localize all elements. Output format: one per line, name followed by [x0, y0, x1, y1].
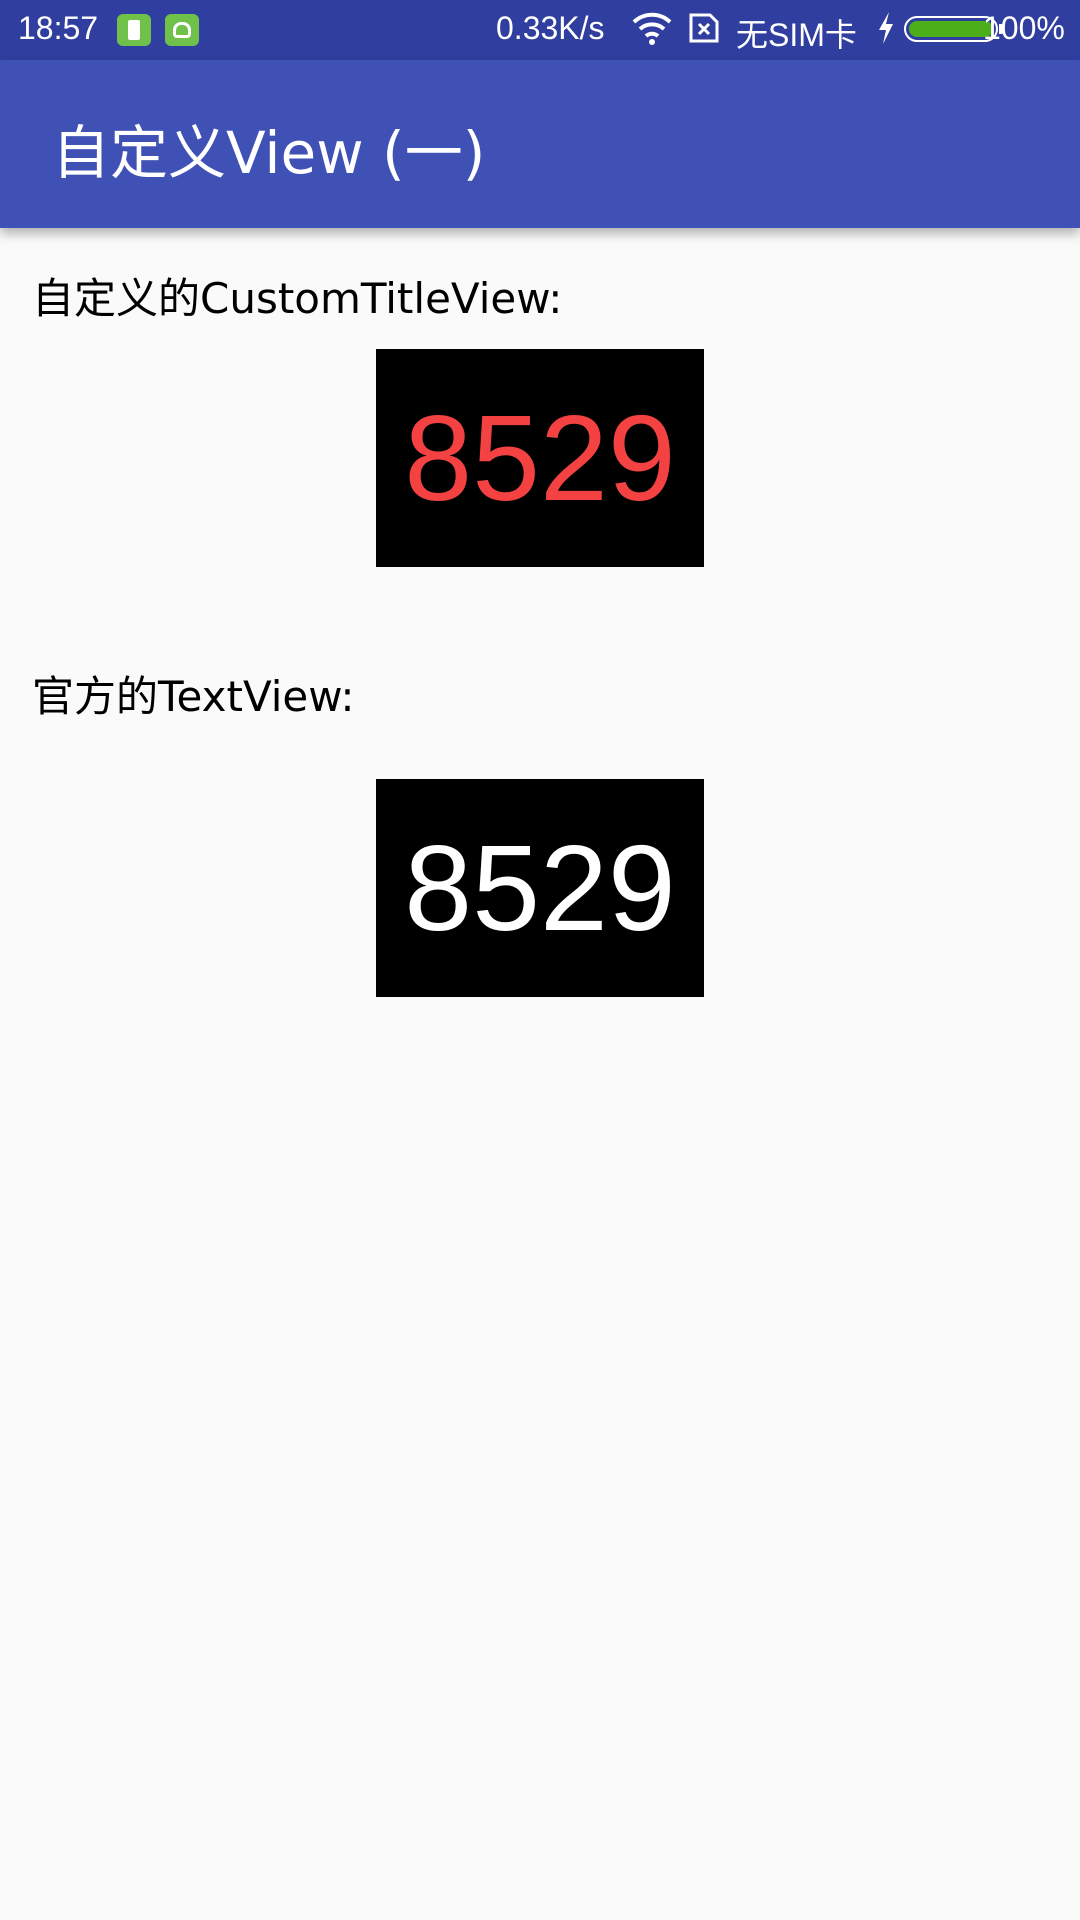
charging-bolt-icon [879, 12, 893, 44]
sim-card-icon [689, 13, 719, 43]
official-text-view: 8529 [376, 779, 704, 997]
status-bar: 18:57 0.33K/s 无SIM卡 100% [0, 0, 1080, 60]
official-view-label: 官方的TextView: [32, 672, 355, 721]
custom-view-label: 自定义的CustomTitleView: [32, 274, 563, 323]
network-speed: 0.33K/s [496, 10, 605, 46]
wifi-icon [632, 12, 672, 45]
battery-percent: 100% [983, 10, 1065, 46]
android-app-icon [165, 14, 199, 46]
battery-app-icon [117, 14, 151, 46]
carrier-label: 无SIM卡 [736, 17, 857, 53]
custom-title-value: 8529 [404, 390, 676, 526]
app-bar: 自定义View (一) [0, 60, 1080, 228]
page-title: 自定义View (一) [52, 119, 486, 187]
battery-level-fill [909, 21, 993, 37]
official-text-value: 8529 [404, 820, 676, 956]
status-time: 18:57 [18, 10, 99, 46]
custom-title-view[interactable]: 8529 [376, 349, 704, 567]
